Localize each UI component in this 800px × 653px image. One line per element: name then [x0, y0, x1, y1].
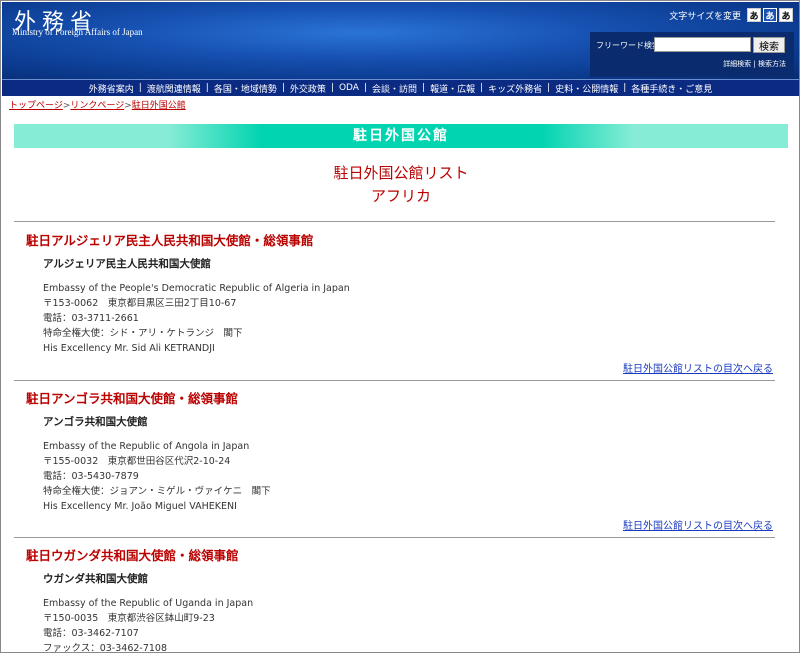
embassy-section: 駐日ウガンダ共和国大使館・総領事館ウガンダ共和国大使館 Embassy of th…: [26, 545, 254, 653]
nav-separator: |: [547, 83, 551, 93]
embassy-detail: His Excellency Mr. João Miguel VAHEKENI: [43, 501, 237, 512]
site-header: 外務省 Ministry of Foreign Affairs of Japan…: [2, 2, 799, 79]
embassy-detail: Embassy of the People's Democratic Repub…: [43, 283, 350, 294]
browser-page: 外務省 Ministry of Foreign Affairs of Japan…: [0, 0, 800, 653]
nav-separator: |: [281, 83, 285, 93]
search-help-link[interactable]: 検索方法: [758, 60, 786, 68]
embassy-detail: 〒150-0035 東京都渋谷区鉢山町9-23: [43, 613, 215, 624]
nav-separator: |: [623, 83, 627, 93]
main-nav: 外務省案内 | 渡航関連情報 | 各国・地域情勢 | 外交政策 | ODA | 会談・訪問 | 報道・広…: [2, 79, 799, 96]
search-button[interactable]: 検索: [753, 37, 785, 53]
embassy-detail: Embassy of the Republic of Angola in Jap…: [43, 441, 250, 452]
nav-item[interactable]: 報道・広報: [430, 82, 475, 95]
logo-english: Ministry of Foreign Affairs of Japan: [12, 27, 143, 37]
font-size-medium-button[interactable]: あ: [763, 8, 777, 22]
embassy-detail: 〒153-0062 東京都目黒区三田2丁目10-67: [43, 298, 237, 309]
embassy-detail: 電話：03-3462-7107: [43, 628, 139, 639]
nav-separator: |: [205, 83, 209, 93]
nav-item[interactable]: 外交政策: [290, 82, 326, 95]
nav-separator: |: [363, 83, 368, 93]
embassy-detail: ファックス：03-3462-7108: [43, 643, 168, 653]
font-size-switcher: 文字サイズを変更 あ あ あ: [669, 8, 793, 22]
search-label: フリーワード検索: [596, 41, 660, 50]
embassy-detail: 電話：03-3711-2661: [43, 313, 139, 324]
search-input[interactable]: [654, 37, 751, 52]
embassy-title: 駐日ウガンダ共和国大使館・総領事館: [26, 548, 239, 563]
divider: [14, 537, 775, 538]
nav-item[interactable]: 各種手続き・ご意見: [631, 82, 712, 95]
search-box: フリーワード検索 検索 詳細検索 | 検索方法: [590, 32, 794, 77]
font-size-large-button[interactable]: あ: [779, 8, 793, 22]
nav-item[interactable]: 渡航関連情報: [147, 82, 201, 95]
breadcrumb-links[interactable]: リンクページ: [70, 101, 124, 111]
embassy-name: アンゴラ共和国大使館: [43, 416, 148, 428]
font-size-label: 文字サイズを変更: [669, 11, 741, 22]
embassy-detail: 特命全権大使：シド・アリ・ケトランジ 閣下: [43, 328, 243, 339]
nav-separator: |: [138, 83, 142, 93]
breadcrumb-top[interactable]: トップページ: [9, 101, 63, 111]
embassy-detail: Embassy of the Republic of Uganda in Jap…: [43, 598, 254, 609]
divider: [14, 380, 775, 381]
nav-item[interactable]: 会談・訪問: [372, 82, 417, 95]
nav-item[interactable]: ODA: [339, 83, 359, 93]
embassy-detail: 特命全権大使：ジョアン・ミゲル・ヴァイケニ 閣下: [43, 486, 271, 497]
embassy-title: 駐日アンゴラ共和国大使館・総領事館: [26, 391, 239, 406]
advanced-search-link[interactable]: 詳細検索: [723, 60, 751, 68]
nav-item[interactable]: 史料・公開情報: [555, 82, 618, 95]
embassy-detail: 〒155-0032 東京都世田谷区代沢2-10-24: [43, 456, 231, 467]
page-subtitle: アフリカ: [370, 187, 431, 205]
nav-separator: |: [330, 83, 334, 93]
nav-item[interactable]: 各国・地域情勢: [214, 82, 277, 95]
embassy-detail: 電話：03-5430-7879: [43, 471, 139, 482]
nav-separator: |: [422, 83, 426, 93]
embassy-name: アルジェリア民主人民共和国大使館: [43, 258, 211, 270]
nav-item[interactable]: 外務省案内: [89, 82, 134, 95]
breadcrumb-current[interactable]: 駐日外国公館: [132, 101, 186, 111]
back-to-index-link[interactable]: 駐日外国公館リストの目次へ戻る: [623, 360, 773, 375]
breadcrumb: トップページ>リンクページ>駐日外国公館: [9, 101, 186, 111]
page-title: 駐日外国公館リスト: [333, 164, 469, 182]
embassy-title: 駐日アルジェリア民主人民共和国大使館・総領事館: [26, 233, 314, 248]
embassy-detail: His Excellency Mr. Sid Ali KETRANDJI: [43, 343, 215, 354]
nav-item[interactable]: キッズ外務省: [488, 82, 542, 95]
section-banner: 駐日外国公館: [14, 124, 788, 148]
font-size-small-button[interactable]: あ: [747, 8, 761, 22]
embassy-section: 駐日アルジェリア民主人民共和国大使館・総領事館アルジェリア民主人民共和国大使館 E…: [26, 230, 350, 356]
nav-separator: |: [480, 83, 484, 93]
embassy-name: ウガンダ共和国大使館: [43, 573, 148, 585]
divider: [14, 221, 775, 222]
back-to-index-link[interactable]: 駐日外国公館リストの目次へ戻る: [623, 517, 773, 532]
embassy-section: 駐日アンゴラ共和国大使館・総領事館アンゴラ共和国大使館 Embassy of th…: [26, 388, 271, 514]
